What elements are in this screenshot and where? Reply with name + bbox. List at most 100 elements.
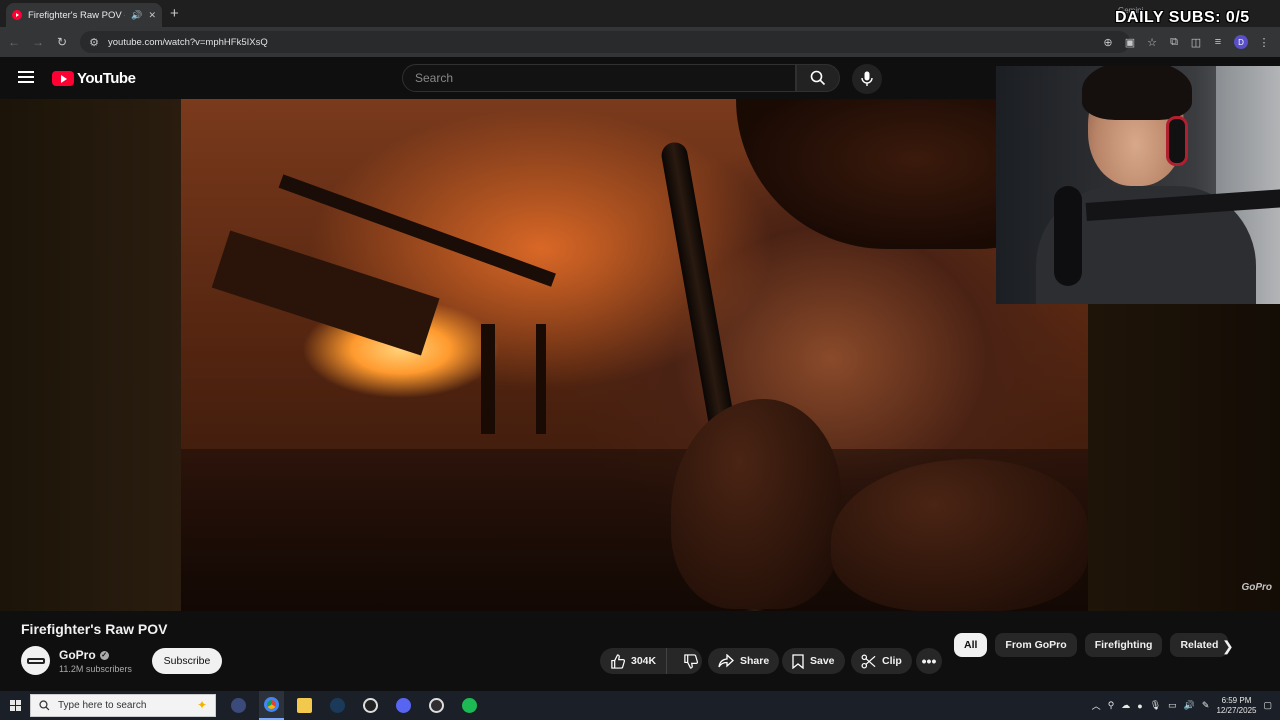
clock-time: 6:59 PM — [1221, 695, 1252, 705]
taskbar-app-spotify[interactable] — [457, 691, 482, 720]
video-info: Firefighter's Raw POV GoPro ✓ 11.2M subs… — [0, 611, 1280, 691]
more-actions-button[interactable]: ••• — [916, 648, 942, 674]
taskbar-app-obs[interactable] — [424, 691, 449, 720]
cast-icon[interactable]: ▣ — [1124, 36, 1136, 49]
headset-icon — [1166, 116, 1188, 166]
taskbar-search-placeholder: Type here to search — [58, 700, 147, 711]
save-label: Save — [810, 655, 835, 667]
windows-taskbar: Type here to search ✦ ︿ ⚲ ☁ ● 🎙 ▭ 🔊 ✎ 6:… — [0, 691, 1280, 720]
like-count: 304K — [631, 655, 657, 667]
channel-name[interactable]: GoPro ✓ — [59, 648, 109, 662]
chip-firefighting[interactable]: Firefighting — [1084, 633, 1163, 657]
new-tab-button[interactable]: + — [170, 5, 179, 22]
chevron-right-icon[interactable]: ❯ — [1222, 638, 1234, 655]
related-chips: All From GoPro Firefighting Related — [954, 633, 1229, 657]
share-button[interactable]: Share — [708, 648, 780, 674]
taskbar-search[interactable]: Type here to search ✦ — [30, 694, 216, 717]
video-title: Firefighter's Raw POV — [21, 621, 168, 637]
reload-icon[interactable]: ↻ — [50, 35, 74, 49]
cloud-icon[interactable]: ☁ — [1121, 700, 1130, 711]
channel-name-text: GoPro — [59, 648, 96, 662]
scissors-icon — [861, 654, 876, 668]
search-button[interactable] — [796, 64, 840, 92]
zoom-icon[interactable]: ⊕ — [1102, 36, 1114, 49]
youtube-logo[interactable]: YouTube — [52, 70, 136, 87]
chip-all[interactable]: All — [954, 633, 988, 657]
share-icon — [718, 654, 734, 668]
tab-title: Firefighter's Raw POV - You... — [28, 9, 125, 21]
like-button[interactable]: 304K — [600, 648, 668, 674]
taskbar-app-file-explorer[interactable] — [292, 691, 317, 720]
youtube-logo-text: YouTube — [77, 70, 136, 87]
gopro-watermark: GoPro — [1241, 582, 1272, 593]
network-icon[interactable]: ▭ — [1168, 700, 1177, 711]
pen-icon[interactable]: ✎ — [1202, 700, 1210, 711]
browser-tab[interactable]: Firefighter's Raw POV - You... 🔊 ✕ — [6, 3, 162, 27]
browser-tab-strip: Firefighter's Raw POV - You... 🔊 ✕ + Gem… — [0, 0, 1280, 27]
search-icon — [39, 700, 50, 711]
extensions-icon[interactable]: ⧉ — [1168, 36, 1180, 49]
windows-logo-icon — [9, 700, 21, 711]
microphone-icon[interactable]: 🎙 — [1150, 700, 1161, 711]
ambient-glow-left — [0, 99, 181, 611]
subscriber-count: 11.2M subscribers — [59, 664, 132, 674]
taskbar-app-terminal[interactable] — [226, 691, 251, 720]
address-bar[interactable]: ⚙ youtube.com/watch?v=mphHFk5IXsQ — [80, 31, 1130, 53]
sparkle-icon: ✦ — [196, 698, 207, 712]
volume-icon[interactable]: 🔊 — [1184, 700, 1195, 711]
browser-toolbar: ← → ↻ ⚙ youtube.com/watch?v=mphHFk5IXsQ … — [0, 27, 1280, 57]
menu-icon[interactable] — [18, 71, 34, 83]
back-icon[interactable]: ← — [2, 35, 26, 49]
window-frame — [481, 324, 495, 434]
bookmark-star-icon[interactable]: ☆ — [1146, 36, 1158, 49]
profile-avatar[interactable]: D — [1234, 35, 1248, 49]
burning-beam — [211, 230, 440, 356]
tab-close-icon[interactable]: ✕ — [148, 10, 156, 21]
chip-related[interactable]: Related — [1170, 633, 1229, 657]
taskbar-app-g-hub[interactable] — [358, 691, 383, 720]
forward-icon[interactable]: → — [26, 35, 50, 49]
notification-icon[interactable]: ▢ — [1263, 700, 1272, 711]
microphone-icon — [861, 71, 873, 86]
reading-list-icon[interactable]: ≡ — [1212, 36, 1224, 48]
chevron-up-icon[interactable]: ︿ — [1092, 699, 1101, 712]
start-button[interactable] — [0, 691, 30, 720]
thumbs-up-icon — [611, 653, 625, 669]
clip-button[interactable]: Clip — [851, 648, 912, 674]
url-text: youtube.com/watch?v=mphHFk5IXsQ — [108, 36, 268, 48]
tab-audio-icon[interactable]: 🔊 — [131, 10, 142, 21]
save-button[interactable]: Save — [782, 648, 845, 674]
search-icon — [810, 70, 826, 86]
clock-date: 12/27/2025 — [1216, 705, 1257, 715]
taskbar-app-chrome[interactable] — [259, 691, 284, 720]
search-input[interactable] — [415, 71, 795, 85]
voice-search-button[interactable] — [852, 64, 882, 94]
streamer-webcam — [996, 66, 1280, 304]
thumbs-down-icon — [684, 653, 699, 669]
channel-avatar[interactable] — [21, 646, 50, 675]
browser-menu-icon[interactable]: ⋮ — [1258, 36, 1270, 49]
like-dislike-bar: 304K — [600, 648, 702, 674]
left-glove — [671, 399, 841, 609]
site-info-icon[interactable]: ⚙ — [88, 36, 100, 49]
subscribe-button[interactable]: Subscribe — [152, 648, 222, 674]
toolbar-icons: ⊕ ▣ ☆ ⧉ ◫ ≡ D ⋮ — [1102, 27, 1280, 57]
taskbar-app-steam[interactable] — [325, 691, 350, 720]
verified-icon: ✓ — [99, 650, 109, 660]
split-view-icon[interactable]: ◫ — [1190, 36, 1202, 49]
daily-subs-overlay: DAILY SUBS: 0/5 — [1115, 9, 1250, 26]
usb-icon[interactable]: ⚲ — [1108, 700, 1115, 711]
chip-from-gopro[interactable]: From GoPro — [995, 633, 1077, 657]
bookmark-icon — [792, 653, 804, 669]
share-label: Share — [740, 655, 770, 667]
microphone-icon — [1054, 186, 1082, 286]
video-frame — [181, 99, 1096, 611]
search-box — [402, 64, 796, 92]
taskbar-clock[interactable]: 6:59 PM 12/27/2025 — [1216, 696, 1256, 716]
clip-label: Clip — [882, 655, 902, 667]
youtube-favicon-icon — [12, 10, 22, 20]
taskbar-app-discord[interactable] — [391, 691, 416, 720]
dislike-button[interactable] — [673, 648, 708, 674]
webcam-person-hair — [1082, 66, 1192, 120]
record-icon[interactable]: ● — [1137, 701, 1142, 711]
